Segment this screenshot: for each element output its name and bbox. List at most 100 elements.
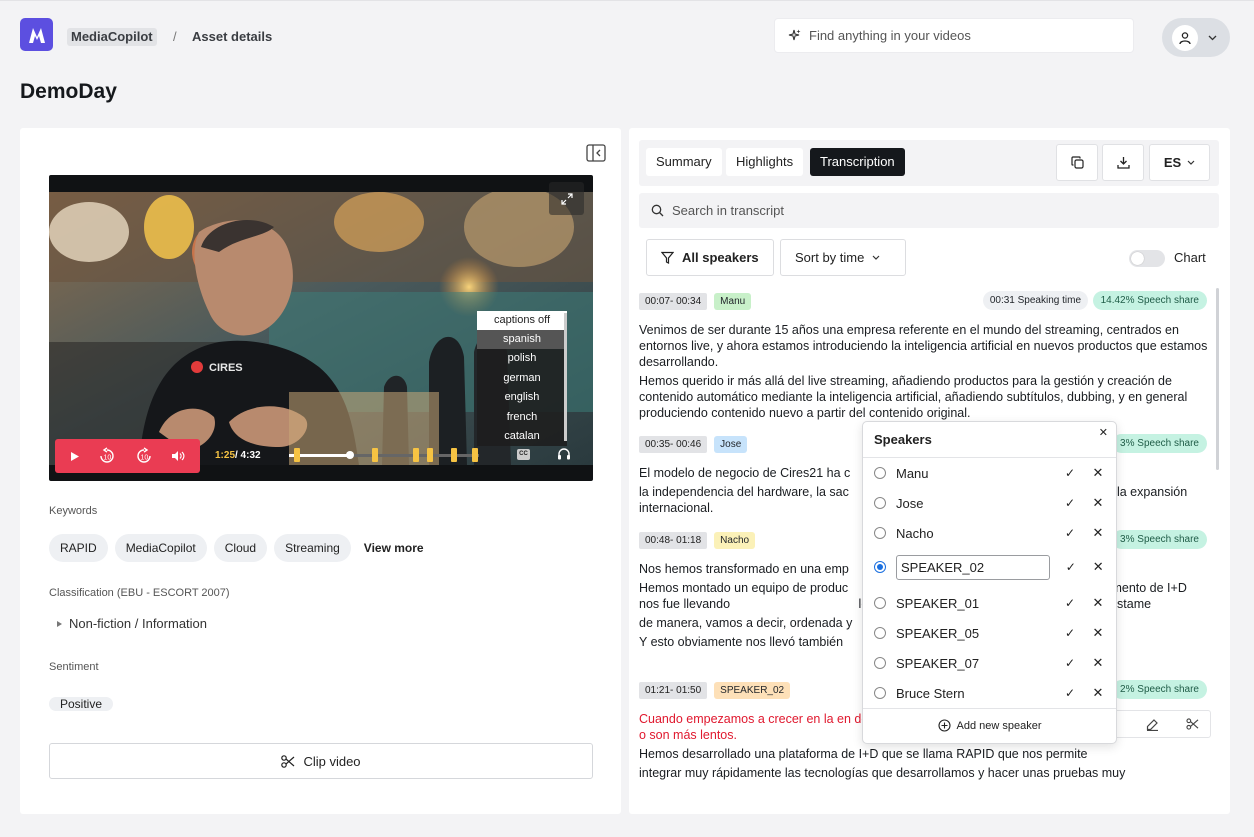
transcript-search[interactable] (639, 193, 1219, 228)
speaker-name[interactable]: SPEAKER_01 (896, 596, 1059, 611)
speaker-name[interactable]: SPEAKER_07 (896, 656, 1059, 671)
transcript-paragraph[interactable]: Hemos querido ir más allá del live strea… (639, 373, 1209, 421)
close-icon[interactable]: ✕ (1087, 525, 1109, 541)
audio-track-button[interactable] (557, 447, 571, 465)
volume-button[interactable] (171, 450, 185, 462)
highlight-marker[interactable] (451, 448, 457, 462)
close-icon[interactable]: ✕ (1087, 655, 1109, 671)
caption-option-spanish[interactable]: spanish (477, 330, 567, 350)
segment-timestamp[interactable]: 00:35- 00:46 (639, 436, 708, 453)
speaker-radio[interactable] (874, 597, 886, 609)
close-icon[interactable]: ✕ (1087, 495, 1109, 511)
forward-10-button[interactable]: 10 (135, 447, 153, 465)
close-icon[interactable]: ✕ (1099, 426, 1108, 439)
chart-toggle[interactable] (1129, 250, 1165, 267)
close-icon[interactable]: ✕ (1088, 559, 1110, 575)
transcript-paragraph[interactable]: Hemos desarrollado una plataforma de I+D… (639, 746, 1209, 762)
classification-label: Classification (EBU - ESCORT 2007) (49, 587, 230, 599)
language-select[interactable]: ES (1149, 144, 1210, 181)
keyword-chip[interactable]: Streaming (274, 534, 351, 562)
close-icon[interactable]: ✕ (1087, 465, 1109, 481)
transcript-search-input[interactable] (672, 203, 1172, 218)
segment-timestamp[interactable]: 00:07- 00:34 (639, 293, 708, 310)
segment-timestamp[interactable]: 01:21- 01:50 (639, 682, 708, 699)
close-icon[interactable]: ✕ (1087, 685, 1109, 701)
speaker-name[interactable]: SPEAKER_05 (896, 626, 1059, 641)
speaker-name[interactable]: Manu (896, 466, 1059, 481)
highlight-marker[interactable] (372, 448, 378, 462)
classification-item[interactable]: Non-fiction / Information (57, 616, 207, 631)
tab-summary[interactable]: Summary (646, 148, 722, 176)
speaker-tag[interactable]: Manu (714, 293, 752, 310)
check-icon[interactable]: ✓ (1059, 466, 1081, 480)
check-icon[interactable]: ✓ (1059, 626, 1081, 640)
breadcrumb-root[interactable]: MediaCopilot (67, 28, 157, 46)
seek-handle[interactable] (345, 451, 354, 459)
play-button[interactable] (70, 451, 80, 462)
global-search-input[interactable] (809, 28, 1109, 43)
highlight-marker[interactable] (472, 448, 478, 462)
close-icon[interactable]: ✕ (1087, 625, 1109, 641)
highlight-marker[interactable] (413, 448, 419, 462)
language-value: ES (1163, 155, 1182, 170)
speaker-name-input[interactable] (896, 554, 1050, 580)
clip-video-button[interactable]: Clip video (49, 743, 593, 779)
fullscreen-button[interactable] (549, 182, 584, 215)
caption-option-german[interactable]: german (477, 369, 567, 388)
add-speaker-button[interactable]: Add new speaker (863, 719, 1116, 732)
view-more-link[interactable]: View more (364, 541, 424, 555)
video-player[interactable]: CIRES captions off spanish polish german… (49, 175, 593, 481)
speaker-name[interactable]: Bruce Stern (896, 686, 1059, 701)
seek-bar[interactable] (289, 448, 479, 462)
captions-icon[interactable]: CC (517, 449, 530, 460)
caption-option-english[interactable]: english (477, 388, 567, 407)
speaker-tag[interactable]: Nacho (714, 532, 756, 549)
collapse-panel-icon[interactable] (586, 144, 606, 162)
check-icon[interactable]: ✓ (1059, 526, 1081, 540)
speaker-radio[interactable] (874, 497, 886, 509)
check-icon[interactable]: ✓ (1059, 656, 1081, 670)
caption-option-polish[interactable]: polish (477, 349, 567, 368)
speaker-filter-button[interactable]: All speakers (646, 239, 774, 276)
close-icon[interactable]: ✕ (1087, 595, 1109, 611)
rewind-10-button[interactable]: 10 (98, 447, 116, 465)
edit-icon[interactable] (1146, 718, 1159, 731)
keyword-chip[interactable]: RAPID (49, 534, 108, 562)
speaker-radio[interactable] (874, 467, 886, 479)
check-icon[interactable]: ✓ (1059, 596, 1081, 610)
speaker-tag[interactable]: Jose (714, 436, 748, 453)
check-icon[interactable]: ✓ (1059, 686, 1081, 700)
copy-button[interactable] (1056, 144, 1098, 181)
tab-transcription[interactable]: Transcription (810, 148, 905, 176)
speaker-row-editing: ✓✕ (874, 554, 1110, 580)
speaker-name[interactable]: Nacho (896, 526, 1059, 541)
download-button[interactable] (1102, 144, 1144, 181)
highlight-marker[interactable] (427, 448, 433, 462)
speaker-radio[interactable] (874, 657, 886, 669)
check-icon[interactable]: ✓ (1059, 496, 1081, 510)
speaker-radio[interactable] (874, 561, 886, 573)
caption-option-catalan[interactable]: catalan (477, 427, 567, 446)
keyword-chip[interactable]: Cloud (213, 534, 268, 562)
keyword-chip[interactable]: MediaCopilot (114, 534, 207, 562)
check-icon[interactable]: ✓ (1060, 560, 1082, 574)
speaker-radio[interactable] (874, 527, 886, 539)
caption-option-french[interactable]: french (477, 408, 567, 427)
tab-highlights[interactable]: Highlights (726, 148, 804, 176)
user-menu-button[interactable] (1162, 18, 1230, 57)
transcript-paragraph[interactable]: integrar muy rápidamente las tecnologías… (639, 765, 1209, 781)
speaker-tag[interactable]: SPEAKER_02 (714, 682, 791, 699)
segment-timestamp[interactable]: 00:48- 01:18 (639, 532, 708, 549)
captions-scrollbar[interactable] (564, 313, 567, 441)
speaker-name[interactable]: Jose (896, 496, 1059, 511)
app-logo-icon[interactable] (20, 18, 53, 51)
highlight-marker[interactable] (294, 448, 300, 462)
speaker-radio[interactable] (874, 627, 886, 639)
scissors-icon[interactable] (1186, 718, 1199, 730)
captions-off-option[interactable]: captions off (477, 311, 567, 330)
transcript-scrollbar[interactable] (1216, 288, 1219, 470)
global-search[interactable] (774, 18, 1134, 53)
transcript-paragraph[interactable]: Venimos de ser durante 15 años una empre… (639, 322, 1209, 370)
speaker-radio[interactable] (874, 687, 886, 699)
sort-select[interactable]: Sort by time (780, 239, 906, 276)
